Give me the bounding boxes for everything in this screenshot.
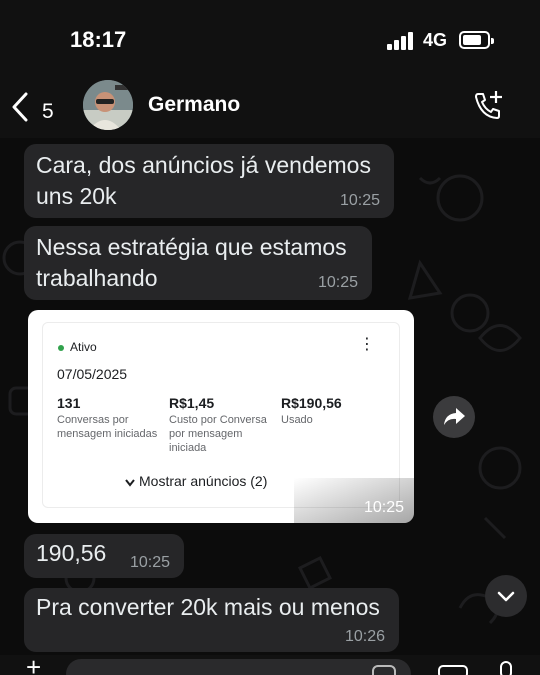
microphone-icon[interactable]	[500, 661, 512, 675]
message-time: 10:26	[344, 628, 385, 645]
add-call-button[interactable]	[470, 88, 506, 129]
avatar[interactable]	[83, 80, 133, 130]
plus-icon[interactable]: +	[26, 654, 41, 675]
active-status-dot	[58, 345, 64, 351]
composer-bar: +	[0, 654, 540, 675]
metric-label: Custo por Conversa por mensagem iniciada	[169, 414, 267, 454]
card-date: 07/05/2025	[57, 366, 128, 382]
status-label: Ativo	[70, 340, 97, 354]
metric-label: Usado	[281, 414, 313, 426]
chat-area[interactable]: Cara, dos anúncios já vendemos uns 20k 1…	[0, 138, 540, 655]
phone-plus-icon	[475, 91, 502, 119]
message-input[interactable]	[66, 659, 411, 675]
message-time: 10:25	[363, 499, 404, 516]
scroll-to-bottom-button[interactable]	[485, 575, 527, 617]
chat-header: 5 Germano	[0, 80, 540, 138]
signal-icon	[387, 32, 415, 50]
message-time: 10:25	[339, 192, 380, 209]
battery-icon	[459, 31, 494, 49]
message-bubble[interactable]: Pra converter 20k mais ou menos 10:26	[24, 588, 399, 652]
metric-value: R$1,45	[169, 395, 215, 411]
metric-label: Conversas por mensagem iniciadas	[57, 414, 158, 440]
metric-conversations: 131 Conversas por mensagem iniciadas	[57, 395, 167, 441]
forward-icon	[444, 408, 465, 425]
metric-spent: R$190,56 Usado	[281, 395, 391, 427]
message-text: Cara, dos anúncios já vendemos uns 20k	[36, 152, 371, 209]
chevron-left-icon	[12, 92, 28, 122]
camera-icon[interactable]	[438, 665, 468, 675]
sticker-icon[interactable]	[372, 665, 396, 675]
contact-name[interactable]: Germano	[148, 93, 240, 117]
status-bar: 18:17 4G	[0, 0, 540, 80]
show-ads-link: Mostrar anúncios (2)	[139, 473, 268, 489]
metric-cost: R$1,45 Custo por Conversa por mensagem i…	[169, 395, 279, 455]
more-options-icon: ⋮	[359, 336, 375, 353]
message-time: 10:25	[129, 554, 170, 571]
metric-value: 131	[57, 395, 81, 411]
message-bubble[interactable]: 190,56 10:25	[24, 534, 184, 578]
message-text: 190,56	[36, 540, 107, 566]
network-type: 4G	[423, 30, 448, 50]
status-time: 18:17	[70, 27, 127, 52]
image-message[interactable]: Ativo ⋮ 07/05/2025 131 Conversas por men…	[28, 310, 414, 523]
message-time: 10:25	[317, 274, 358, 291]
chevron-down-icon	[497, 591, 515, 602]
message-bubble[interactable]: Cara, dos anúncios já vendemos uns 20k 1…	[24, 144, 394, 218]
forward-button[interactable]	[433, 396, 475, 438]
metric-value: R$190,56	[281, 395, 342, 411]
unread-count: 5	[42, 100, 54, 123]
back-button[interactable]: 5	[10, 88, 60, 128]
message-text: Pra converter 20k mais ou menos	[36, 594, 380, 620]
message-text: Nessa estratégia que estamos trabalhando	[36, 234, 347, 291]
chevron-down-icon	[125, 479, 135, 487]
message-bubble[interactable]: Nessa estratégia que estamos trabalhando…	[24, 226, 372, 300]
